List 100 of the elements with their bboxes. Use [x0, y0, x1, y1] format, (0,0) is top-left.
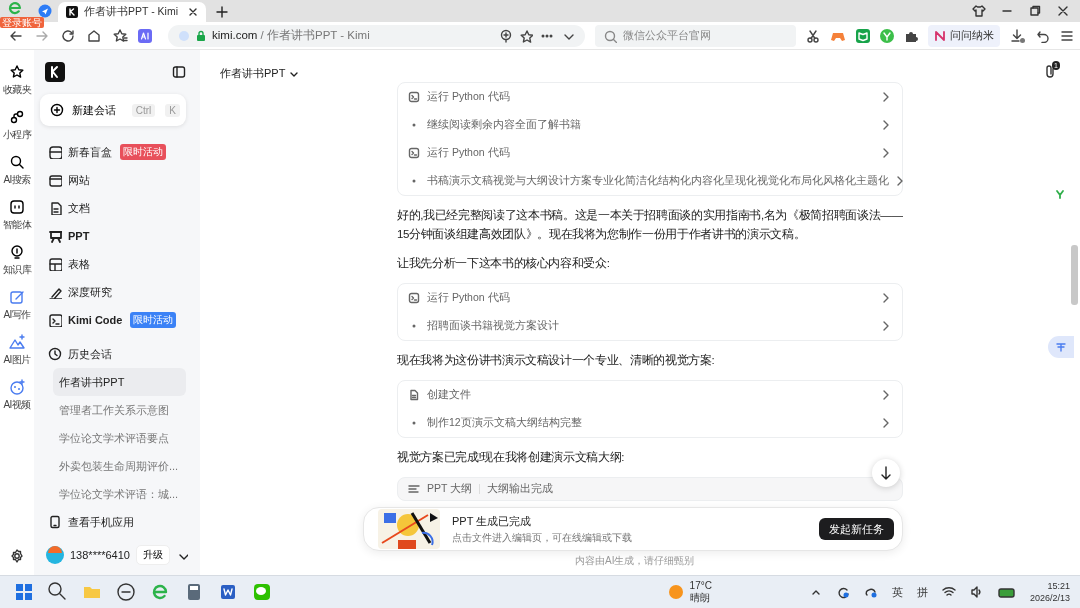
rail-button[interactable]: 收藏夹: [2, 64, 32, 97]
section-title: 历史会话: [68, 346, 112, 362]
k-logo-icon: [66, 6, 78, 18]
rail-button[interactable]: 智能体: [2, 199, 32, 232]
image-icon: [9, 334, 25, 350]
rail-button[interactable]: AI视频: [3, 379, 31, 412]
browser-tab[interactable]: 作者讲书PPT - Kimi: [58, 2, 206, 22]
phone-icon: [48, 515, 62, 529]
browser-window-icon: [48, 173, 62, 187]
step-row[interactable]: 书稿演示文稿视觉与大纲设计方案专业化简洁化结构化内容化呈现化视觉化布局化风格化主题化: [408, 167, 890, 195]
shortcut-key: K: [165, 103, 180, 117]
sidebar-item[interactable]: 表格: [40, 250, 186, 278]
input-method-button[interactable]: 拼: [916, 584, 928, 600]
chevron-right-icon: [882, 120, 890, 130]
chevron-right-icon: [882, 321, 890, 331]
tab-title: 作者讲书PPT - Kimi: [84, 5, 179, 19]
step-row[interactable]: 继续阅读剩余内容全面了解书籍: [408, 111, 890, 139]
new-task-button[interactable]: 发起新任务: [819, 518, 894, 540]
avatar-icon: [46, 546, 64, 564]
word-icon[interactable]: [218, 582, 238, 602]
paperclip-icon[interactable]: [1044, 64, 1056, 78]
favorites-icon[interactable]: [112, 27, 128, 44]
translate-button[interactable]: [1048, 336, 1074, 358]
sidebar-item[interactable]: 新春盲盒 限时活动: [40, 138, 186, 166]
scrollbar-thumb[interactable]: [1071, 245, 1078, 305]
sidebar-item[interactable]: 查看手机应用: [40, 508, 186, 536]
close-icon[interactable]: [188, 7, 198, 17]
new-chat-button[interactable]: 新建会话 Ctrl K: [40, 94, 186, 126]
sidebar-item[interactable]: 网站: [40, 166, 186, 194]
sun-icon: [667, 584, 684, 600]
link-icon: [9, 109, 25, 125]
sidebar-item[interactable]: Kimi Code 限时活动: [40, 306, 186, 334]
search-placeholder: 微信公众平台官网: [623, 28, 712, 43]
rail-button[interactable]: AI写作: [3, 289, 31, 322]
notification-subtitle: 点击文件进入编辑页，可在线编辑或下载: [452, 530, 633, 545]
clock-icon: [48, 347, 62, 361]
history-item[interactable]: 管理者工作关系示意图: [53, 396, 186, 424]
clock-date[interactable]: 2026/2/13: [1029, 592, 1070, 604]
chevron-right-icon: [882, 148, 890, 158]
sidebar-item[interactable]: PPT: [40, 222, 186, 250]
disclaimer-text: 内容由AI生成，请仔细甄别: [575, 554, 695, 568]
input-method-button[interactable]: 英: [891, 584, 903, 600]
step-row[interactable]: 运行 Python 代码: [408, 83, 890, 111]
upgrade-button[interactable]: 升级: [135, 545, 170, 565]
rail-button[interactable]: AI搜索: [3, 154, 31, 187]
close-icon[interactable]: [1056, 4, 1070, 18]
search-icon[interactable]: [48, 582, 68, 602]
outline-bar[interactable]: PPT 大纲 大纲输出完成: [397, 477, 903, 501]
settings-icon[interactable]: [10, 549, 24, 563]
promo-tag: 限时活动: [130, 312, 177, 328]
step-row[interactable]: 运行 Python 代码: [408, 284, 890, 312]
chat-title[interactable]: 作者讲书PPT: [220, 66, 286, 81]
search-icon: [603, 28, 618, 43]
history-item[interactable]: 学位论文学术评语：城...: [53, 480, 186, 508]
address-bar[interactable]: kimi.com / 作者讲书PPT - Kimi: [168, 24, 586, 47]
restore-icon[interactable]: [1028, 4, 1042, 18]
chevron-right-icon: [882, 390, 890, 400]
kimi-logo-icon[interactable]: [45, 62, 65, 82]
sidebar-item[interactable]: 文档: [40, 194, 186, 222]
battery-icon[interactable]: [997, 585, 1016, 599]
start-icon[interactable]: [14, 582, 34, 602]
terminal-icon: [408, 147, 420, 159]
sidebar-item[interactable]: 深度研究: [40, 278, 186, 306]
chevron-right-icon: [882, 92, 890, 102]
search-icon: [9, 154, 25, 170]
ai-icon[interactable]: [138, 28, 152, 43]
presentation-icon: [48, 229, 62, 243]
outline-label: PPT 大纲: [427, 482, 473, 496]
document-icon: [48, 201, 62, 215]
terminal-icon: [408, 91, 420, 103]
menu-icon[interactable]: [1060, 28, 1074, 43]
navigation-icon[interactable]: [38, 4, 52, 18]
terminal-icon: [408, 292, 420, 304]
table-icon: [48, 257, 62, 271]
star-icon[interactable]: [519, 28, 534, 43]
list-icon: [408, 483, 420, 495]
history-item[interactable]: 作者讲书PPT: [53, 368, 186, 396]
plus-chat-icon: [50, 103, 64, 117]
history-item[interactable]: 学位论文学术评语要点: [53, 424, 186, 452]
download-icon[interactable]: [1010, 27, 1026, 44]
book-icon[interactable]: [856, 28, 870, 43]
step-row[interactable]: 运行 Python 代码: [408, 139, 890, 167]
rail-button[interactable]: 小程序: [2, 109, 32, 142]
new-tab-icon[interactable]: [216, 6, 228, 18]
reload-icon[interactable]: [60, 27, 76, 44]
document-icon: [408, 389, 420, 401]
step-row[interactable]: 创建文件: [408, 381, 890, 409]
clock-time[interactable]: 15:21: [1047, 580, 1070, 592]
rail-button[interactable]: 知识库: [2, 244, 32, 277]
scroll-down-button[interactable]: [872, 459, 900, 487]
location-add-icon[interactable]: [499, 28, 514, 43]
history-item[interactable]: 外卖包装生命周期评价...: [53, 452, 186, 480]
sidebar-toggle-icon[interactable]: [172, 65, 186, 79]
rail-button[interactable]: AI图片: [3, 334, 31, 367]
step-row[interactable]: 招聘面谈书籍视觉方案设计: [408, 312, 890, 340]
step-row[interactable]: 制作12页演示文稿大纲结构完整: [408, 409, 890, 437]
extension-button[interactable]: 问问纳米: [928, 24, 1000, 47]
shirt-icon[interactable]: [972, 4, 986, 18]
scissors-icon[interactable]: [806, 28, 820, 43]
chevron-right-icon: [882, 293, 890, 303]
